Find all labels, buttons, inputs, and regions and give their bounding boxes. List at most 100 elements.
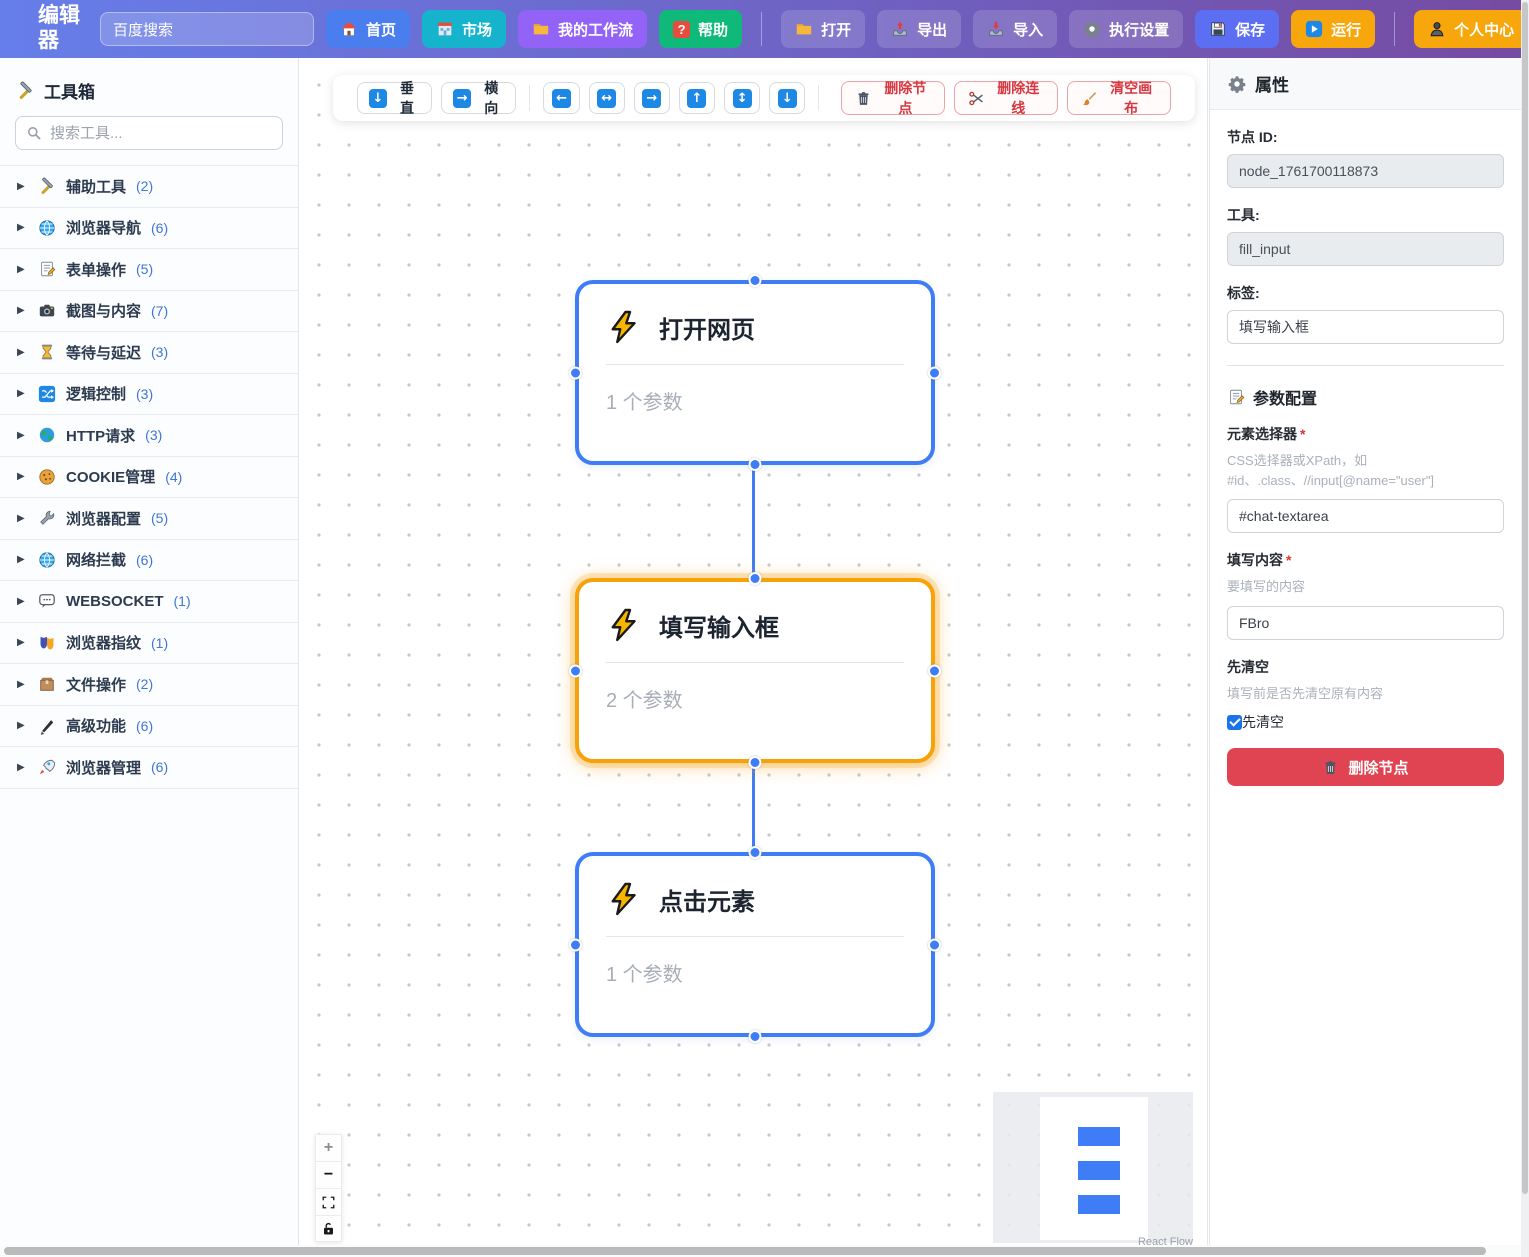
toolbox-category-list: ▶ 辅助工具 (2) ▶ 浏览器导航 (6) ▶ 表单操作 (5) ▶ 截图与内… [0, 165, 298, 789]
node-handle-right[interactable] [928, 938, 941, 951]
content-field[interactable] [1227, 606, 1504, 640]
node-handle-top[interactable] [749, 274, 762, 287]
toolbox-search [15, 116, 283, 150]
caret-right-icon: ▶ [17, 762, 28, 773]
open-button[interactable]: 打开 [781, 10, 865, 48]
node-click-element[interactable]: 点击元素 1 个参数 [575, 852, 935, 1037]
toolbox-title: 工具箱 [0, 58, 298, 116]
arrow-up-icon: ↑ [687, 89, 706, 108]
vertical-scrollbar[interactable] [1521, 0, 1529, 1257]
caret-right-icon: ▶ [17, 637, 28, 648]
node-handle-right[interactable] [928, 366, 941, 379]
category-cookie-management[interactable]: ▶ COOKIE管理 (4) [0, 457, 298, 499]
vertical-scrollbar-thumb[interactable] [1522, 2, 1528, 1194]
horizontal-scrollbar[interactable] [0, 1245, 1521, 1257]
required-mark: * [1286, 552, 1291, 568]
category-browser-fingerprint[interactable]: ▶ 浏览器指纹 (1) [0, 623, 298, 665]
edge-node1-node2[interactable] [752, 465, 755, 578]
node-handle-left[interactable] [569, 938, 582, 951]
nav-help-button[interactable]: ? 帮助 [659, 10, 742, 48]
open-folder-icon [795, 20, 813, 38]
align-left-button[interactable]: ← [543, 82, 579, 114]
node-handle-bottom[interactable] [749, 458, 762, 471]
category-wait-delay[interactable]: ▶ 等待与延迟 (3) [0, 332, 298, 374]
align-top-button[interactable]: ↑ [679, 82, 715, 114]
category-http-request[interactable]: ▶ HTTP请求 (3) [0, 415, 298, 457]
node-handle-top[interactable] [749, 846, 762, 859]
node-fill-input[interactable]: 填写输入框 2 个参数 [575, 578, 935, 763]
lock-button[interactable] [315, 1215, 342, 1242]
delete-node-button[interactable]: 删除节点 [1227, 748, 1504, 786]
selector-field[interactable] [1227, 499, 1504, 533]
arrow-down-icon: ↓ [778, 89, 797, 108]
toolbox-search-input[interactable] [50, 125, 272, 142]
node-handle-left[interactable] [569, 366, 582, 379]
align-bottom-button[interactable]: ↓ [769, 82, 805, 114]
tool-field[interactable] [1227, 232, 1504, 266]
category-auxiliary-tools[interactable]: ▶ 辅助工具 (2) [0, 166, 298, 208]
arrow-left-right-icon: ↔ [597, 89, 616, 108]
nav-home-button[interactable]: 首页 [326, 10, 410, 48]
import-tray-icon [987, 20, 1005, 38]
trash-icon [1322, 759, 1339, 776]
node-handle-right[interactable] [928, 664, 941, 677]
clear-canvas-toolbar-button[interactable]: 清空画布 [1067, 81, 1171, 115]
arrow-up-down-icon: ↕ [733, 89, 752, 108]
category-network-interception[interactable]: ▶ 网络拦截 (6) [0, 540, 298, 582]
label-label: 标签: [1227, 283, 1504, 303]
node-open-webpage[interactable]: 打开网页 1 个参数 [575, 280, 935, 465]
minimap[interactable] [993, 1092, 1193, 1243]
toolbox-sidebar: 工具箱 ▶ 辅助工具 (2) ▶ 浏览器导航 (6) ▶ 表单操作 (5) ▶ … [0, 58, 299, 1245]
save-button[interactable]: 保存 [1195, 10, 1279, 48]
node-handle-top[interactable] [749, 572, 762, 585]
align-center-vertical-button[interactable]: ↕ [724, 82, 760, 114]
layout-vertical-button[interactable]: ↓ 垂直 [357, 82, 432, 114]
node-handle-bottom[interactable] [749, 756, 762, 769]
memo-icon [38, 260, 56, 278]
chat-bubble-icon [38, 592, 56, 610]
category-screenshot-content[interactable]: ▶ 截图与内容 (7) [0, 291, 298, 333]
properties-panel: 属性 节点 ID: 工具: 标签: 参数配置 元素选择器* CSS选择器或XPa… [1209, 58, 1521, 1257]
caret-right-icon: ▶ [17, 679, 28, 690]
category-websocket[interactable]: ▶ WEBSOCKET (1) [0, 581, 298, 623]
category-advanced-features[interactable]: ▶ 高级功能 (6) [0, 706, 298, 748]
workflow-name-input[interactable] [100, 12, 314, 46]
edge-node2-node3[interactable] [752, 763, 755, 852]
camera-icon [38, 302, 56, 320]
category-browser-management[interactable]: ▶ 浏览器管理 (6) [0, 747, 298, 789]
hourglass-icon [38, 343, 56, 361]
category-form-operations[interactable]: ▶ 表单操作 (5) [0, 249, 298, 291]
zoom-in-button[interactable]: + [315, 1134, 342, 1161]
node-handle-bottom[interactable] [749, 1030, 762, 1043]
category-file-operations[interactable]: ▶ 文件操作 (2) [0, 664, 298, 706]
nav-market-button[interactable]: 市场 [422, 10, 506, 48]
zoom-out-button[interactable]: − [315, 1161, 342, 1188]
minimap-node [1078, 1127, 1120, 1146]
profile-button[interactable]: 个人中心 [1414, 10, 1521, 48]
node-id-field[interactable] [1227, 154, 1504, 188]
label-field[interactable] [1227, 310, 1504, 344]
flow-canvas[interactable]: ↓ 垂直 → 横向 ← ↔ → ↑ ↕ ↓ 删除节点 [300, 58, 1208, 1245]
delete-edge-toolbar-button[interactable]: 删除连线 [954, 81, 1058, 115]
import-button[interactable]: 导入 [973, 10, 1057, 48]
category-logic-control[interactable]: ▶ 逻辑控制 (3) [0, 374, 298, 416]
node-handle-left[interactable] [569, 664, 582, 677]
fit-view-button[interactable] [315, 1188, 342, 1215]
export-button[interactable]: 导出 [877, 10, 961, 48]
node-param-count: 1 个参数 [579, 937, 931, 987]
clear-first-checkbox[interactable] [1227, 715, 1242, 730]
execution-settings-button[interactable]: 执行设置 [1069, 10, 1183, 48]
category-browser-config[interactable]: ▶ 浏览器配置 (5) [0, 498, 298, 540]
align-right-button[interactable]: → [634, 82, 670, 114]
delete-node-toolbar-button[interactable]: 删除节点 [841, 81, 945, 115]
nav-my-workflows-button[interactable]: 我的工作流 [518, 10, 647, 48]
layout-horizontal-button[interactable]: → 横向 [441, 82, 516, 114]
run-button[interactable]: 运行 [1291, 10, 1375, 48]
category-browser-navigation[interactable]: ▶ 浏览器导航 (6) [0, 208, 298, 250]
align-center-horizontal-button[interactable]: ↔ [589, 82, 625, 114]
globe-icon [38, 219, 56, 237]
clear-first-checkbox-label: 先清空 [1242, 712, 1284, 732]
horizontal-scrollbar-thumb[interactable] [4, 1247, 1486, 1255]
memo-icon [1227, 388, 1245, 406]
globe-icon [38, 551, 56, 569]
